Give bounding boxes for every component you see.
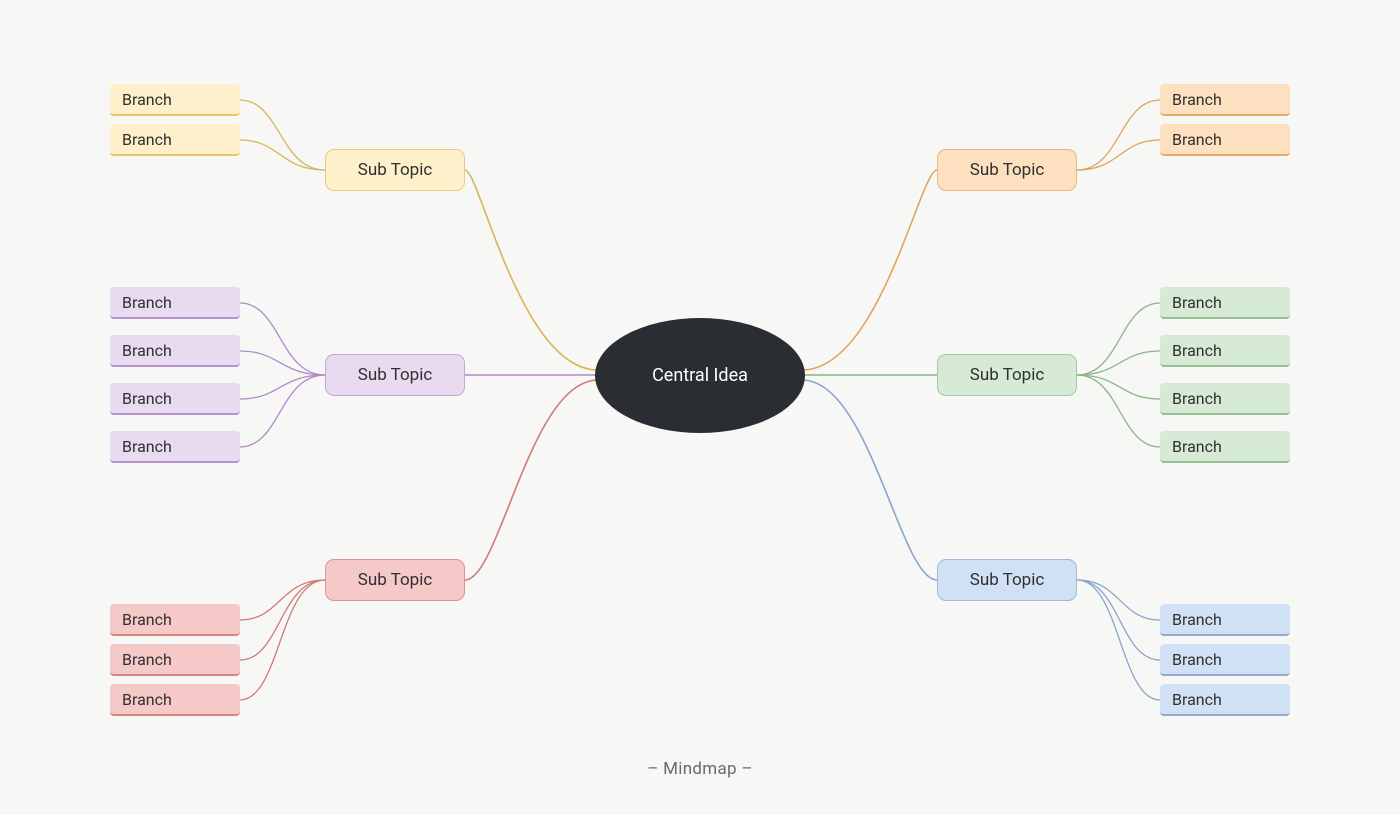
mindmap-canvas: Central Idea Sub Topic Sub Topic Sub Top… (0, 0, 1400, 815)
branch-label: Branch (1172, 437, 1222, 456)
branch-node[interactable]: Branch (1160, 684, 1290, 716)
branch-label: Branch (1172, 610, 1222, 629)
branch-node[interactable]: Branch (1160, 383, 1290, 415)
branch-node[interactable]: Branch (110, 383, 240, 415)
diagram-caption: – Mindmap – (0, 759, 1400, 779)
branch-label: Branch (122, 293, 172, 312)
branch-label: Branch (1172, 293, 1222, 312)
subtopic-mid-right[interactable]: Sub Topic (937, 354, 1077, 396)
subtopic-label: Sub Topic (970, 160, 1045, 180)
branch-label: Branch (122, 341, 172, 360)
subtopic-top-left[interactable]: Sub Topic (325, 149, 465, 191)
branch-node[interactable]: Branch (110, 684, 240, 716)
branch-label: Branch (122, 610, 172, 629)
branch-label: Branch (1172, 650, 1222, 669)
central-idea-label: Central Idea (652, 365, 748, 386)
branch-label: Branch (122, 690, 172, 709)
branch-node[interactable]: Branch (110, 431, 240, 463)
branch-node[interactable]: Branch (1160, 335, 1290, 367)
subtopic-bottom-right[interactable]: Sub Topic (937, 559, 1077, 601)
branch-node[interactable]: Branch (110, 604, 240, 636)
subtopic-label: Sub Topic (970, 365, 1045, 385)
subtopic-label: Sub Topic (358, 160, 433, 180)
branch-node[interactable]: Branch (1160, 287, 1290, 319)
branch-node[interactable]: Branch (110, 644, 240, 676)
branch-node[interactable]: Branch (1160, 84, 1290, 116)
branch-node[interactable]: Branch (110, 287, 240, 319)
branch-label: Branch (1172, 90, 1222, 109)
subtopic-bottom-left[interactable]: Sub Topic (325, 559, 465, 601)
branch-node[interactable]: Branch (1160, 644, 1290, 676)
branch-label: Branch (122, 90, 172, 109)
branch-node[interactable]: Branch (110, 124, 240, 156)
branch-node[interactable]: Branch (1160, 604, 1290, 636)
subtopic-label: Sub Topic (970, 570, 1045, 590)
branch-node[interactable]: Branch (110, 84, 240, 116)
branch-label: Branch (1172, 130, 1222, 149)
branch-label: Branch (1172, 389, 1222, 408)
branch-node[interactable]: Branch (1160, 431, 1290, 463)
subtopic-top-right[interactable]: Sub Topic (937, 149, 1077, 191)
central-idea-node[interactable]: Central Idea (595, 318, 805, 433)
subtopic-label: Sub Topic (358, 570, 433, 590)
branch-label: Branch (122, 437, 172, 456)
subtopic-label: Sub Topic (358, 365, 433, 385)
branch-label: Branch (122, 130, 172, 149)
branch-node[interactable]: Branch (110, 335, 240, 367)
branch-label: Branch (122, 389, 172, 408)
branch-label: Branch (1172, 690, 1222, 709)
subtopic-mid-left[interactable]: Sub Topic (325, 354, 465, 396)
branch-node[interactable]: Branch (1160, 124, 1290, 156)
branch-label: Branch (1172, 341, 1222, 360)
branch-label: Branch (122, 650, 172, 669)
